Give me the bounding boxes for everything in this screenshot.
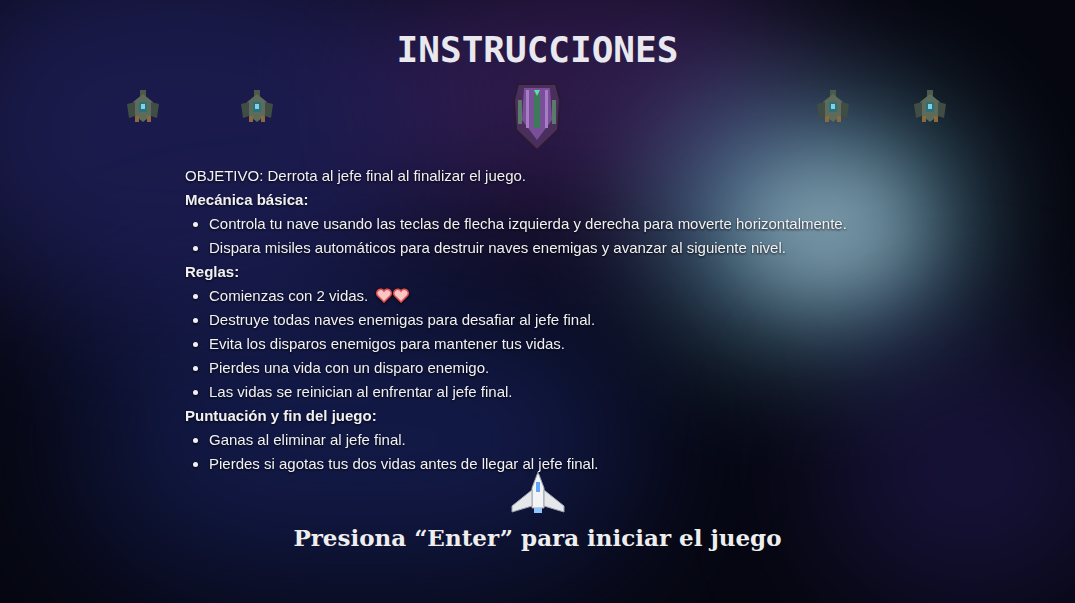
objective-text: OBJETIVO: Derrota al jefe final al final… (185, 164, 885, 188)
heart-icon (393, 288, 409, 303)
start-prompt: Presiona “Enter” para iniciar el juego (0, 522, 1075, 554)
section-heading: Reglas: (185, 260, 885, 284)
rules-section: Puntuación y fin del juego:Ganas al elim… (185, 404, 885, 476)
rule-item: Evita los disparos enemigos para mantene… (209, 332, 885, 356)
instructions-screen: INSTRUCCIONES OBJETIVO: Derrota al jefe f… (0, 0, 1075, 603)
rule-item: Controla tu nave usando las teclas de fl… (209, 212, 885, 236)
enemy-ship-icon (912, 88, 948, 126)
enemy-ship-icon (125, 88, 161, 126)
section-heading: Mecánica básica: (185, 188, 885, 212)
rule-item: Las vidas se reinician al enfrentar al j… (209, 380, 885, 404)
ship-row (0, 80, 1075, 164)
player-ship-icon (508, 470, 568, 516)
section-heading: Puntuación y fin del juego: (185, 404, 885, 428)
rule-item: Comienzas con 2 vidas. (209, 284, 885, 308)
enemy-ship-icon (239, 88, 275, 126)
rule-item: Pierdes si agotas tus dos vidas antes de… (209, 452, 885, 476)
rule-item: Pierdes una vida con un disparo enemigo. (209, 356, 885, 380)
lives-indicator (376, 288, 409, 303)
boss-ship-icon (512, 80, 562, 152)
instructions-text: OBJETIVO: Derrota al jefe final al final… (185, 164, 885, 476)
rule-item: Ganas al eliminar al jefe final. (209, 428, 885, 452)
rule-item: Dispara misiles automáticos para destrui… (209, 236, 885, 260)
heart-icon (376, 288, 392, 303)
screen-title: INSTRUCCIONES (0, 28, 1075, 72)
enemy-ship-icon (815, 88, 851, 126)
rules-section: Mecánica básica:Controla tu nave usando … (185, 188, 885, 260)
rules-section: Reglas:Comienzas con 2 vidas.Destruye to… (185, 260, 885, 404)
rule-item: Destruye todas naves enemigas para desaf… (209, 308, 885, 332)
